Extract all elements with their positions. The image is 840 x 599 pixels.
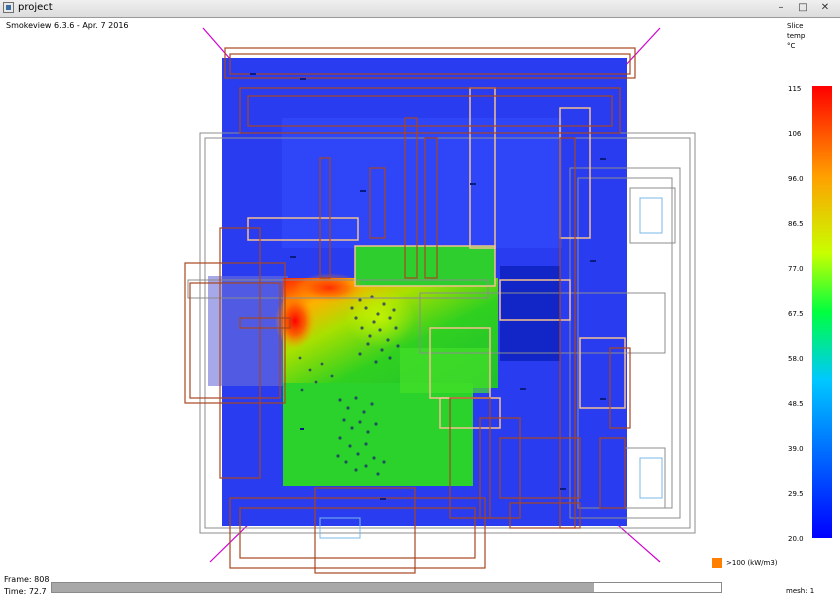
app-icon [3, 2, 14, 13]
colorbar-tick: 20.0 [788, 535, 804, 543]
colorbar-unit: °C [787, 42, 796, 50]
frame [624, 447, 666, 509]
colorbar-tick: 29.5 [788, 490, 804, 498]
3d-viewport[interactable]: Smokeview 6.3.6 - Apr. 7 2016 Slice temp… [0, 18, 840, 599]
colorbar-tick: 48.5 [788, 400, 804, 408]
frame [639, 457, 663, 499]
colorbar-tick: 67.5 [788, 310, 804, 318]
time-slider-fill [52, 583, 594, 592]
colorbar-tick: 77.0 [788, 265, 804, 273]
hot-spot [275, 293, 315, 349]
colorbar-tick: 106 [788, 130, 802, 138]
close-button[interactable]: ✕ [814, 1, 836, 15]
colorbar-tick: 58.0 [788, 355, 804, 363]
minimize-button[interactable]: – [770, 1, 792, 15]
window-title: project [18, 2, 53, 13]
time-slider[interactable] [51, 582, 722, 593]
frame [639, 197, 663, 234]
mesh-indicator: mesh: 1 [786, 587, 815, 595]
colorbar-tick: 86.5 [788, 220, 804, 228]
hrrpuv-swatch [712, 558, 722, 568]
frame [629, 187, 676, 244]
colorbar-header: Slice temp °C [787, 21, 805, 51]
title-bar[interactable]: project – □ ✕ [0, 0, 840, 18]
time-readout: Time: 72.7 [4, 587, 47, 596]
version-label: Smokeview 6.3.6 - Apr. 7 2016 [6, 21, 129, 30]
slice-panel [400, 348, 490, 393]
frame-counter: Frame: 808 [4, 575, 50, 584]
temperature-slice [275, 246, 498, 486]
maximize-button[interactable]: □ [792, 1, 814, 15]
colorbar-tick: 96.0 [788, 175, 804, 183]
colorbar-quantity-type: Slice [787, 22, 804, 30]
smokeview-window: project – □ ✕ Smokeview 6.3.6 - Apr. 7 2… [0, 0, 840, 599]
fire-simulation-scene [184, 27, 696, 574]
colorbar-tick: 115 [788, 85, 802, 93]
colorbar-quantity: temp [787, 32, 806, 40]
temperature-colorbar[interactable] [812, 86, 832, 538]
colorbar-tick: 39.0 [788, 445, 804, 453]
hrrpuv-label: >100 (kW/m3) [726, 559, 778, 567]
